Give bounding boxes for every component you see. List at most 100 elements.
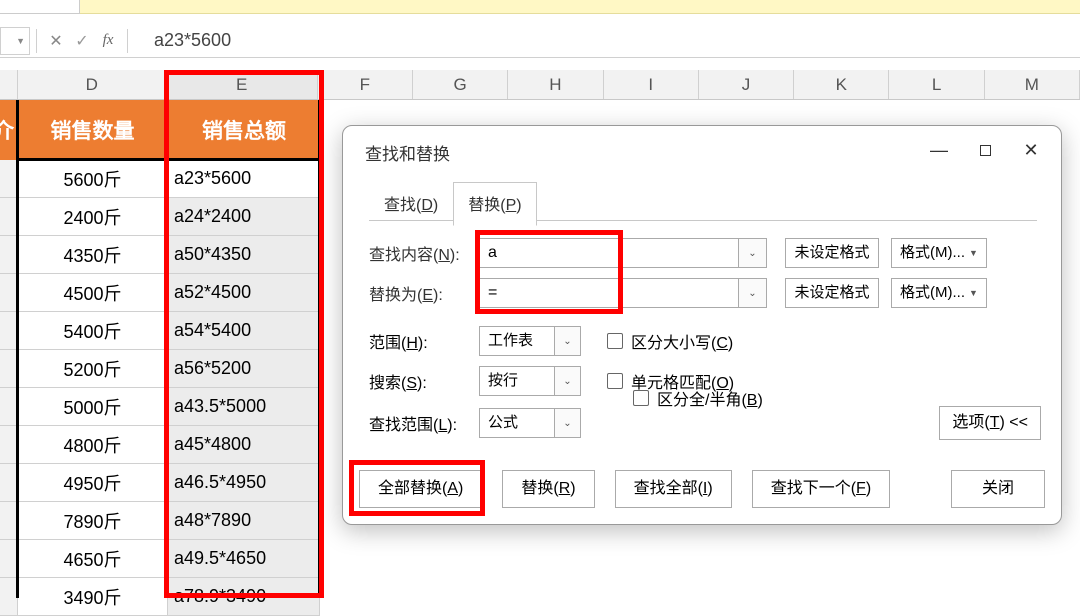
replace-one-button[interactable]: 替换(R): [502, 470, 594, 508]
cell-e[interactable]: a24*2400: [168, 198, 320, 236]
table-row: 4650斤 a49.5*4650: [0, 540, 1080, 578]
find-next-button[interactable]: 查找下一个(F): [752, 470, 890, 508]
replace-label: 替换为(E):: [369, 281, 479, 305]
fx-icon[interactable]: fx: [95, 32, 121, 49]
find-row: 查找内容(N): ⌄ 未设定格式 格式(M)...▼: [369, 238, 987, 268]
replace-input[interactable]: [479, 278, 739, 308]
cell-d[interactable]: 7890斤: [18, 502, 168, 540]
match-width-checkbox[interactable]: 区分全/半角(B): [633, 386, 763, 410]
tab-replace[interactable]: 替换(P): [453, 182, 536, 226]
confirm-icon[interactable]: ✓: [69, 31, 95, 51]
lookin-select[interactable]: 公式: [479, 408, 555, 438]
checkbox-icon: [607, 333, 623, 349]
dialog-buttons: 全部替换(A) 替换(R) 查找全部(I) 查找下一个(F) 关闭: [359, 470, 1045, 508]
cell-d[interactable]: 4650斤: [18, 540, 168, 578]
find-replace-dialog: 查找和替换 — ✕ 查找(D) 替换(P) 查找内容(N): ⌄ 未设定格式 格…: [342, 125, 1062, 525]
find-label: 查找内容(N):: [369, 241, 479, 265]
find-all-button[interactable]: 查找全部(I): [615, 470, 732, 508]
cell-e[interactable]: a56*5200: [168, 350, 320, 388]
formula-bar: ▼ ✕ ✓ fx a23*5600: [0, 24, 1080, 58]
column-header-e[interactable]: E: [167, 70, 318, 99]
cell-e[interactable]: a43.5*5000: [168, 388, 320, 426]
scope-select[interactable]: 工作表: [479, 326, 555, 356]
search-select[interactable]: 按行: [479, 366, 555, 396]
tab-replace-label: 替换(P): [468, 197, 521, 214]
column-header-i[interactable]: I: [604, 70, 699, 99]
cell-d[interactable]: 4350斤: [18, 236, 168, 274]
column-header-g[interactable]: G: [413, 70, 508, 99]
column-header-h[interactable]: H: [508, 70, 603, 99]
checkbox-icon: [633, 390, 649, 406]
scope-dropdown[interactable]: ⌄: [555, 326, 581, 356]
replace-format-preview: 未设定格式: [785, 278, 879, 308]
header-sales-qty: 销售数量: [18, 100, 168, 160]
replace-row: 替换为(E): ⌄ 未设定格式 格式(M)...▼: [369, 278, 987, 308]
info-bar: [0, 0, 1080, 14]
search-label: 搜索(S):: [369, 369, 479, 393]
cell-e[interactable]: a23*5600: [168, 160, 320, 198]
replace-format-button[interactable]: 格式(M)...▼: [891, 278, 987, 308]
checkbox-icon: [607, 373, 623, 389]
cancel-icon[interactable]: ✕: [43, 31, 69, 51]
replace-all-button[interactable]: 全部替换(A): [359, 470, 482, 508]
find-format-preview: 未设定格式: [785, 238, 879, 268]
cell-d[interactable]: 5200斤: [18, 350, 168, 388]
lookin-dropdown[interactable]: ⌄: [555, 408, 581, 438]
name-box[interactable]: ▼: [0, 27, 30, 55]
dialog-title: 查找和替换: [365, 140, 450, 165]
format-button-label: 格式(M)...: [900, 239, 965, 267]
replace-dropdown[interactable]: ⌄: [739, 278, 767, 308]
cell-e[interactable]: a49.5*4650: [168, 540, 320, 578]
cell-d[interactable]: 4800斤: [18, 426, 168, 464]
cell-e[interactable]: a45*4800: [168, 426, 320, 464]
close-dialog-button[interactable]: 关闭: [951, 470, 1045, 508]
cell-e[interactable]: a78.9*3490: [168, 578, 320, 616]
cell-d[interactable]: 5000斤: [18, 388, 168, 426]
separator: [36, 29, 37, 53]
match-case-checkbox[interactable]: 区分大小写(C): [607, 329, 733, 353]
chevron-down-icon: ▼: [969, 279, 978, 307]
header-sales-total: 销售总额: [168, 100, 320, 160]
column-header-f[interactable]: F: [318, 70, 413, 99]
scope-label: 范围(H):: [369, 329, 479, 353]
cell-d[interactable]: 2400斤: [18, 198, 168, 236]
info-bar-tab: [0, 0, 80, 14]
scope-row: 范围(H): 工作表 ⌄ 区分大小写(C): [369, 326, 733, 356]
options-toggle-button[interactable]: 选项(T) <<: [939, 406, 1041, 440]
table-row: 3490斤 a78.9*3490: [0, 578, 1080, 616]
match-width-label: 区分全/半角(B): [657, 386, 763, 410]
cell-d[interactable]: 5400斤: [18, 312, 168, 350]
select-all-corner[interactable]: [0, 70, 18, 99]
cell-e[interactable]: a46.5*4950: [168, 464, 320, 502]
find-dropdown[interactable]: ⌄: [739, 238, 767, 268]
column-header-m[interactable]: M: [985, 70, 1080, 99]
find-format-button[interactable]: 格式(M)...▼: [891, 238, 987, 268]
match-case-label: 区分大小写(C): [631, 329, 733, 353]
cell-d[interactable]: 5600斤: [18, 160, 168, 198]
cell-d[interactable]: 3490斤: [18, 578, 168, 616]
format-button-label: 格式(M)...: [900, 279, 965, 307]
cell-e[interactable]: a54*5400: [168, 312, 320, 350]
column-header-k[interactable]: K: [794, 70, 889, 99]
cell-e[interactable]: a48*7890: [168, 502, 320, 540]
formula-text[interactable]: a23*5600: [154, 30, 231, 51]
find-input[interactable]: [479, 238, 739, 268]
close-button[interactable]: ✕: [1009, 134, 1053, 166]
cell-d[interactable]: 4950斤: [18, 464, 168, 502]
separator: [127, 29, 128, 53]
cell-d[interactable]: 4500斤: [18, 274, 168, 312]
chevron-down-icon: ▼: [969, 239, 978, 267]
lookin-label: 查找范围(L):: [369, 411, 479, 435]
search-dropdown[interactable]: ⌄: [555, 366, 581, 396]
tab-find-label: 查找(D): [384, 197, 438, 214]
minimize-button[interactable]: —: [917, 134, 961, 166]
cell-e[interactable]: a50*4350: [168, 236, 320, 274]
column-headers: D E F G H I J K L M: [0, 70, 1080, 100]
column-header-l[interactable]: L: [889, 70, 984, 99]
column-header-j[interactable]: J: [699, 70, 794, 99]
cell-e[interactable]: a52*4500: [168, 274, 320, 312]
maximize-button[interactable]: [963, 134, 1007, 166]
column-header-d[interactable]: D: [18, 70, 167, 99]
chevron-down-icon: ▼: [16, 36, 25, 46]
lookin-row: 查找范围(L): 公式 ⌄: [369, 408, 581, 438]
